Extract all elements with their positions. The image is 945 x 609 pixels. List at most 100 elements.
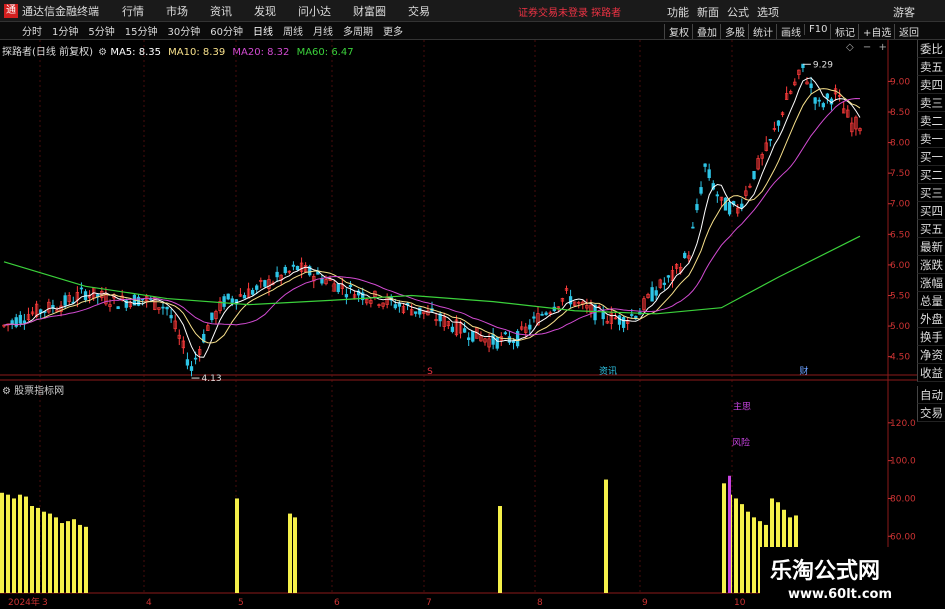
side-tab-16[interactable]: 换手 [917,328,945,346]
period-1m[interactable]: 1分钟 [50,23,80,38]
price-tick-label: 6.00 [890,261,910,271]
candle-body [275,271,279,278]
indicator-bar [734,498,738,593]
side-tab-10[interactable]: 买五 [917,220,945,238]
period-5m[interactable]: 5分钟 [86,23,116,38]
period-60m[interactable]: 60分钟 [208,23,245,38]
menu-trade[interactable]: 交易 [408,3,430,19]
side-tab-15[interactable]: 外盘 [917,310,945,328]
side-tab-9[interactable]: 买四 [917,202,945,220]
event-marker[interactable]: 资讯 [599,366,617,377]
app-logo: 通 [4,3,18,18]
event-marker[interactable]: S [427,367,433,377]
menu-discover[interactable]: 发现 [254,3,276,19]
side-tab-4[interactable]: 卖二 [917,112,945,130]
candle-body [817,99,821,102]
side-tab-7[interactable]: 买二 [917,166,945,184]
time-axis-label: 8 [537,598,543,608]
indicator-bar [78,524,82,593]
menu-news[interactable]: 资讯 [210,3,232,19]
candle-body [336,283,340,293]
indicator-bar [30,506,34,593]
login-notice[interactable]: 证券交易未登录 探路者 [518,4,621,19]
menu-quotes[interactable]: 行情 [122,3,144,19]
side-tab-0[interactable]: 委比 [917,40,945,58]
indicator-bar [24,496,28,593]
indicator-bar [54,517,58,593]
time-axis-label: 2024年 [8,596,40,608]
menu-formula[interactable]: 公式 [727,4,749,20]
side-tab-11[interactable]: 最新 [917,238,945,256]
menu-ask[interactable]: 问小达 [298,3,331,19]
indicator-bar [722,483,726,593]
period-intraday[interactable]: 分时 [20,23,44,38]
stats-button[interactable]: 统计 [748,24,773,39]
indicator-bar [752,517,756,593]
indicator-label-risk: 风险 [732,437,750,449]
candle-body [528,324,532,330]
candle-body [727,201,732,215]
low-label: 4.13 [202,374,222,384]
multi-stock-button[interactable]: 多股 [720,24,745,39]
side-tab-18[interactable]: 收益 [917,364,945,382]
menu-new-page[interactable]: 新面 [697,4,719,20]
period-day[interactable]: 日线 [251,23,275,38]
draw-button[interactable]: 画线 [776,24,801,39]
guest-button[interactable]: 游客 [893,4,915,20]
candle-body [666,275,671,278]
time-axis-label: 10 [734,598,746,608]
menu-function[interactable]: 功能 [667,4,689,20]
app-title: 通达信金融终端 [22,4,99,18]
adjust-button[interactable]: 复权 [664,24,689,39]
period-15m[interactable]: 15分钟 [123,23,160,38]
candle-body [230,298,234,303]
add-watchlist-button[interactable]: +自选 [858,24,891,39]
candle-body [768,139,772,141]
side-tab-14[interactable]: 总量 [917,292,945,310]
event-marker[interactable]: 财 [799,365,808,377]
settings-icon[interactable]: ⚙ [2,386,11,397]
candle-body [825,93,830,99]
candle-body [165,306,169,310]
candle-body [654,290,658,296]
candle-body [222,296,226,307]
mark-button[interactable]: 标记 [830,24,855,39]
side-tab-12[interactable]: 涨跌 [917,256,945,274]
watermark-title: 乐淘公式网 [770,558,881,584]
period-more[interactable]: 更多 [381,23,405,38]
indicator-bar [66,521,70,593]
side-tab-1[interactable]: 卖五 [917,58,945,76]
price-tick-label: 6.50 [890,230,910,240]
menu-options[interactable]: 选项 [757,4,779,20]
period-multi[interactable]: 多周期 [341,23,375,38]
f10-button[interactable]: F10 [804,24,827,35]
indicator-bar [235,498,239,593]
side-tab-2[interactable]: 卖四 [917,76,945,94]
menu-market[interactable]: 市场 [166,3,188,19]
period-month[interactable]: 月线 [311,23,335,38]
ma20-line [3,97,861,336]
candle-body [695,204,699,211]
side-tab-13[interactable]: 涨幅 [917,274,945,292]
back-button[interactable]: 返回 [894,24,919,39]
side-tab-6[interactable]: 买一 [917,148,945,166]
candle-body [715,194,719,197]
period-30m[interactable]: 30分钟 [165,23,202,38]
candle-body [691,226,695,229]
candle-body [393,304,397,309]
menu-wealth[interactable]: 财富圈 [353,3,386,19]
side-tab2-1[interactable]: 交易 [917,404,945,422]
side-tab2-0[interactable]: 自动 [917,386,945,404]
side-tab-3[interactable]: 卖三 [917,94,945,112]
period-week[interactable]: 周线 [281,23,305,38]
candle-body [397,303,402,307]
candle-body [291,264,296,267]
overlay-button[interactable]: 叠加 [692,24,717,39]
candle-body [193,357,198,360]
indicator-bar [746,511,750,593]
indicator-bar [288,513,292,593]
price-tick-label: 5.50 [890,291,910,301]
side-tab-17[interactable]: 净资 [917,346,945,364]
side-tab-5[interactable]: 卖一 [917,130,945,148]
side-tab-8[interactable]: 买三 [917,184,945,202]
